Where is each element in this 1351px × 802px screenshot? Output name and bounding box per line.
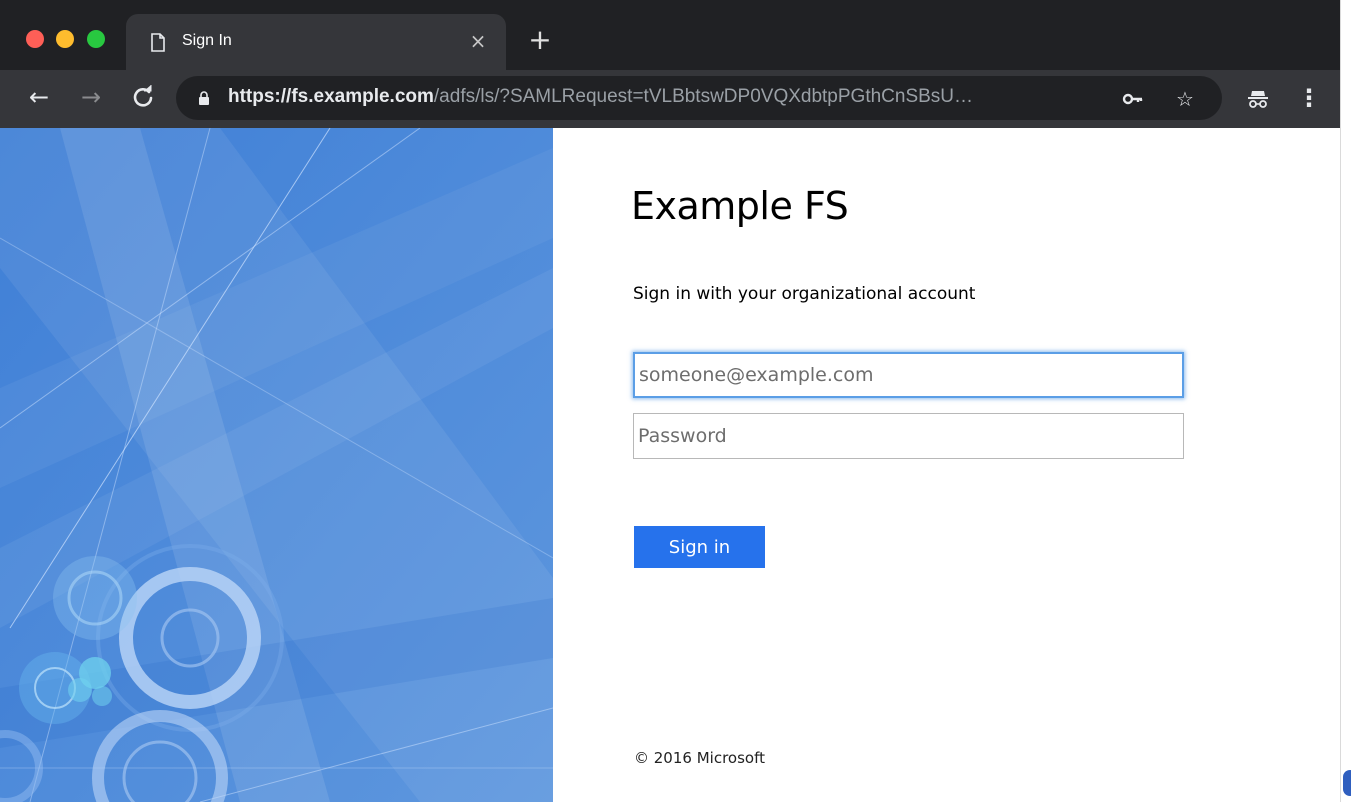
- reload-arrow-icon: [133, 85, 153, 107]
- key-icon[interactable]: [1120, 86, 1146, 112]
- tab-strip: Sign In × +: [0, 0, 1341, 70]
- minimize-window-button[interactable]: [56, 30, 74, 48]
- new-tab-icon[interactable]: +: [526, 26, 554, 54]
- reload-icon[interactable]: [128, 82, 158, 112]
- abstract-illustration-graphic: [0, 128, 553, 802]
- browser-toolbar: ← → https://fs.example.com/adfs/ls/?SAML…: [0, 70, 1341, 128]
- more-vert-icon[interactable]: ⋮: [1296, 84, 1322, 112]
- star-icon[interactable]: ☆: [1172, 86, 1198, 112]
- tab-sign-in[interactable]: Sign In ×: [126, 14, 506, 70]
- address-url: https://fs.example.com/adfs/ls/?SAMLRequ…: [228, 86, 973, 108]
- key-glyph-icon: [1122, 93, 1143, 105]
- close-window-button[interactable]: [26, 30, 44, 48]
- tab-title: Sign In: [182, 32, 232, 49]
- page-content: Example FS Sign in with your organizatio…: [0, 128, 1341, 802]
- email-field[interactable]: [633, 352, 1184, 398]
- fullscreen-window-button[interactable]: [87, 30, 105, 48]
- incognito-icon[interactable]: [1245, 84, 1271, 112]
- lock-icon: [199, 91, 209, 105]
- close-tab-icon[interactable]: ×: [466, 29, 490, 53]
- incognito-glyph-icon: [1248, 91, 1268, 108]
- password-field[interactable]: [633, 413, 1184, 459]
- copyright-text: © 2016 Microsoft: [634, 749, 765, 767]
- document-icon: [151, 33, 165, 52]
- url-scheme: https://: [228, 86, 292, 107]
- company-name: Example FS: [631, 184, 849, 228]
- sign-in-button[interactable]: Sign in: [634, 526, 765, 568]
- forward-icon[interactable]: →: [76, 82, 106, 112]
- browser-window: Sign In × + ← → https://fs.example.com/a…: [0, 0, 1341, 802]
- url-path: /adfs/ls/?SAMLRequest=tVLBbtswDP0VQXdbtp…: [433, 86, 974, 107]
- url-host: fs.example.com: [291, 86, 434, 107]
- address-bar[interactable]: https://fs.example.com/adfs/ls/?SAMLRequ…: [176, 76, 1222, 120]
- background-app-fragment: [1343, 770, 1351, 796]
- sign-in-panel: Example FS Sign in with your organizatio…: [553, 128, 1341, 802]
- back-icon[interactable]: ←: [24, 82, 54, 112]
- background-illustration: [0, 128, 553, 802]
- sign-in-intro-text: Sign in with your organizational account: [633, 284, 976, 304]
- outside-window-area: [1341, 0, 1351, 802]
